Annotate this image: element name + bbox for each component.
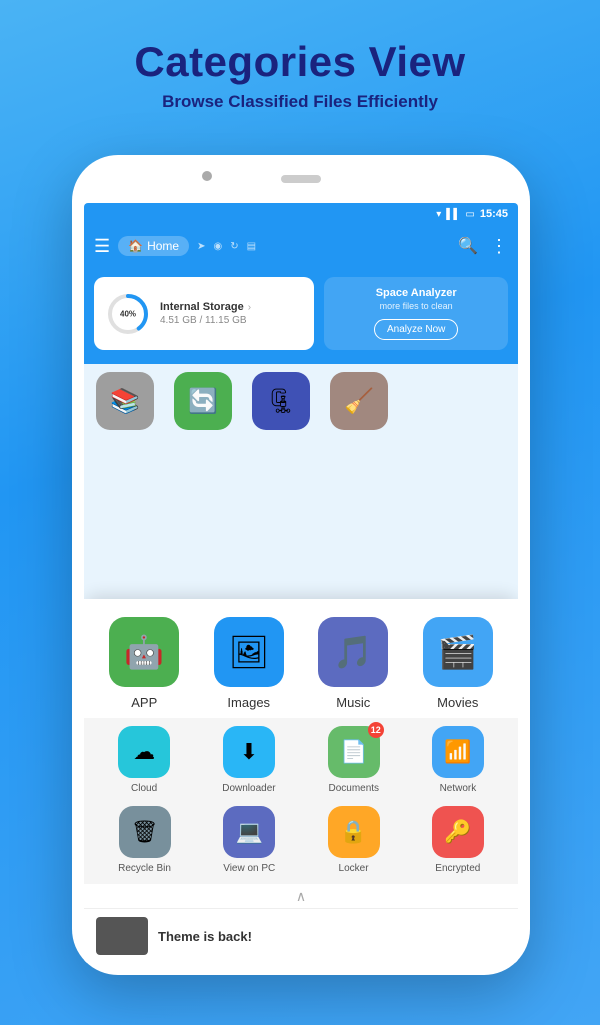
- analyzer-card[interactable]: Space Analyzer more files to clean Analy…: [324, 277, 508, 350]
- status-bar: ▾ ▌▌ ▭ 15:45: [84, 203, 518, 225]
- storage-size: 4.51 GB / 11.15 GB: [160, 315, 251, 326]
- category-images-label: Images: [227, 695, 270, 710]
- category-network-label: Network: [440, 783, 477, 794]
- analyze-now-button[interactable]: Analyze Now: [374, 319, 458, 340]
- category-network[interactable]: 📶 Network: [432, 726, 484, 794]
- category-downloader[interactable]: ⬇ Downloader: [222, 726, 275, 794]
- up-chevron[interactable]: ∧: [84, 884, 518, 908]
- nav-wifi-icon: ◉: [214, 241, 223, 252]
- category-music[interactable]: 🎵 Music: [318, 617, 388, 710]
- categories-popup: 🤖 APP 🖼 Images 🎵 Music 🎬 Movies: [84, 599, 518, 963]
- phone-frame: ▾ ▌▌ ▭ 15:45 ☰ 🏠 Home ➤ ◉ ↻ ▤ 🔍 ⋮: [72, 155, 530, 975]
- category-documents-label: Documents: [328, 783, 379, 794]
- news-thumbnail: [96, 917, 148, 955]
- bot-categories-row: 🗑 Recycle Bin 💻 View on PC 🔒 Locker 🔑 En…: [84, 798, 518, 884]
- category-images-icon: 🖼: [214, 617, 284, 687]
- app-bar: ☰ 🏠 Home ➤ ◉ ↻ ▤ 🔍 ⋮: [84, 225, 518, 267]
- mid-categories-row: ☁ Cloud ⬇ Downloader 📄 12 Documents 📶: [84, 718, 518, 798]
- category-locker[interactable]: 🔒 Locker: [328, 806, 380, 874]
- partial-icons-row: 📚 🔄 🗜 🧹: [84, 364, 518, 430]
- signal-icon: ▌▌: [446, 209, 460, 220]
- category-view-on-pc[interactable]: 💻 View on PC: [223, 806, 275, 874]
- category-downloader-label: Downloader: [222, 783, 275, 794]
- category-music-icon: 🎵: [318, 617, 388, 687]
- partial-icon-0: 📚: [96, 372, 154, 430]
- analyzer-sub: more files to clean: [380, 301, 453, 311]
- header-section: Categories View Browse Classified Files …: [0, 0, 600, 126]
- battery-icon: ▭: [465, 209, 474, 220]
- category-locker-label: Locker: [339, 863, 369, 874]
- home-breadcrumb[interactable]: 🏠 Home: [118, 236, 189, 256]
- category-cloud-icon: ☁: [118, 726, 170, 778]
- category-app[interactable]: 🤖 APP: [109, 617, 179, 710]
- status-time: 15:45: [480, 208, 508, 220]
- category-view-on-pc-icon: 💻: [223, 806, 275, 858]
- top-categories-row: 🤖 APP 🖼 Images 🎵 Music 🎬 Movies: [84, 599, 518, 718]
- storage-title: Internal Storage: [160, 301, 244, 313]
- partial-icon-2: 🗜: [252, 372, 310, 430]
- page-title: Categories View: [0, 38, 600, 86]
- wifi-icon: ▾: [436, 209, 441, 220]
- category-recycle-bin[interactable]: 🗑 Recycle Bin: [118, 806, 171, 874]
- documents-badge: 12: [368, 722, 384, 738]
- category-movies[interactable]: 🎬 Movies: [423, 617, 493, 710]
- home-label: Home: [147, 239, 179, 253]
- category-recycle-bin-icon: 🗑: [119, 806, 171, 858]
- category-app-icon: 🤖: [109, 617, 179, 687]
- page-subtitle: Browse Classified Files Efficiently: [0, 92, 600, 112]
- phone-speaker: [281, 175, 321, 183]
- category-downloader-icon: ⬇: [223, 726, 275, 778]
- analyzer-title: Space Analyzer: [376, 287, 457, 299]
- search-icon[interactable]: 🔍: [458, 236, 478, 256]
- category-documents[interactable]: 📄 12 Documents: [328, 726, 380, 794]
- nav-arrow-icon: ➤: [197, 241, 205, 252]
- category-network-icon: 📶: [432, 726, 484, 778]
- nav-refresh-icon: ↻: [230, 241, 238, 252]
- category-documents-icon: 📄 12: [328, 726, 380, 778]
- category-movies-label: Movies: [437, 695, 478, 710]
- news-bar: Theme is back!: [84, 908, 518, 963]
- category-app-label: APP: [131, 695, 157, 710]
- more-icon[interactable]: ⋮: [490, 236, 508, 257]
- partial-icon-1: 🔄: [174, 372, 232, 430]
- category-movies-icon: 🎬: [423, 617, 493, 687]
- category-encrypted-label: Encrypted: [435, 863, 480, 874]
- category-music-label: Music: [336, 695, 370, 710]
- news-text: Theme is back!: [158, 929, 252, 944]
- category-locker-icon: 🔒: [328, 806, 380, 858]
- hamburger-icon[interactable]: ☰: [94, 236, 110, 257]
- category-cloud[interactable]: ☁ Cloud: [118, 726, 170, 794]
- category-encrypted[interactable]: 🔑 Encrypted: [432, 806, 484, 874]
- category-view-on-pc-label: View on PC: [223, 863, 275, 874]
- storage-arrow-icon: ›: [248, 302, 251, 313]
- storage-percent: 40%: [120, 309, 136, 318]
- category-images[interactable]: 🖼 Images: [214, 617, 284, 710]
- storage-progress-circle: 40%: [106, 292, 150, 336]
- category-cloud-label: Cloud: [131, 783, 157, 794]
- storage-card[interactable]: 40% Internal Storage › 4.51 GB / 11.15 G…: [94, 277, 314, 350]
- phone-screen: ▾ ▌▌ ▭ 15:45 ☰ 🏠 Home ➤ ◉ ↻ ▤ 🔍 ⋮: [84, 203, 518, 963]
- category-encrypted-icon: 🔑: [432, 806, 484, 858]
- storage-info: Internal Storage › 4.51 GB / 11.15 GB: [160, 301, 251, 326]
- partial-icon-3: 🧹: [330, 372, 388, 430]
- category-recycle-bin-label: Recycle Bin: [118, 863, 171, 874]
- nav-menu-icon: ▤: [247, 241, 256, 252]
- storage-row: 40% Internal Storage › 4.51 GB / 11.15 G…: [84, 267, 518, 364]
- home-icon: 🏠: [128, 239, 143, 253]
- phone-camera: [202, 171, 212, 181]
